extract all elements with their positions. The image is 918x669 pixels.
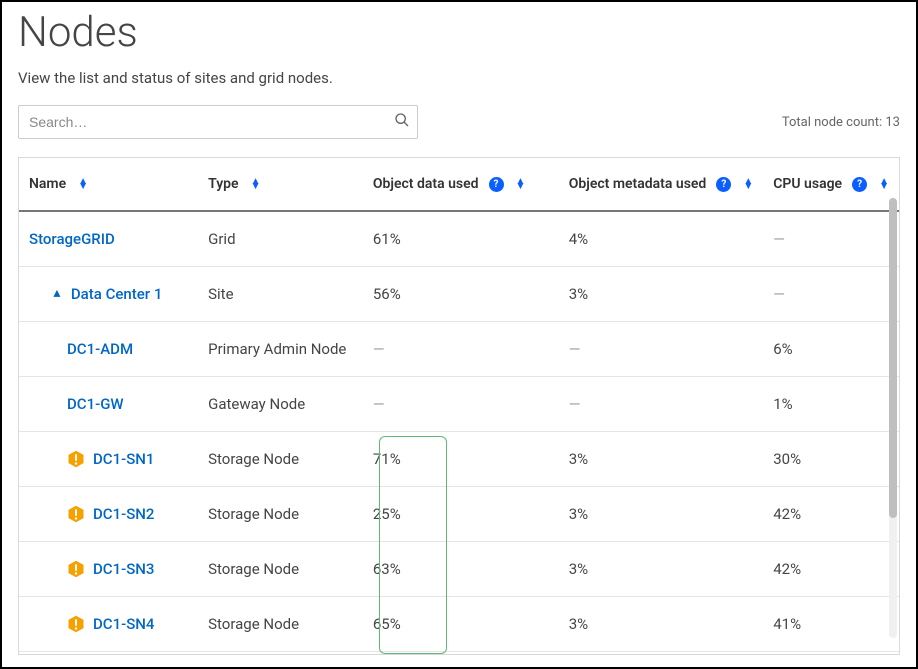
page-title: Nodes [18, 8, 900, 57]
chevron-up-icon[interactable]: ▼ [51, 287, 63, 301]
cell-object-data: 63% [363, 542, 559, 597]
cell-cpu: 1% [763, 377, 899, 432]
cell-object-meta: 3% [559, 267, 764, 322]
col-header-cpu[interactable]: CPU usage ? ▲▼ [763, 158, 899, 211]
table-row: DC1-SN2 Storage Node 25% 3% 42% [19, 487, 899, 542]
cell-object-data: 56% [363, 267, 559, 322]
cell-type: Site [198, 267, 363, 322]
cell-name: DC1-SN4 [19, 597, 198, 652]
cell-name: StorageGRID [19, 211, 198, 267]
cell-cpu: — [763, 211, 899, 267]
sort-icon[interactable]: ▲▼ [251, 179, 261, 189]
cell-type: Storage Node [198, 597, 363, 652]
cell-name: DC1-SN3 [19, 542, 198, 597]
cell-name: DC1-SN2 [19, 487, 198, 542]
node-name-link[interactable]: Data Center 1 [71, 285, 162, 303]
warning-icon [67, 450, 85, 468]
node-name-link[interactable]: DC1-SN3 [93, 560, 154, 578]
cell-cpu: 30% [763, 432, 899, 487]
cell-object-meta: 3% [559, 542, 764, 597]
cell-object-meta: 3% [559, 432, 764, 487]
cell-object-data: — [363, 377, 559, 432]
cell-object-data: 61% [363, 211, 559, 267]
help-icon[interactable]: ? [852, 177, 867, 192]
node-name-link[interactable]: DC1-SN1 [93, 450, 154, 468]
cell-object-meta: 3% [559, 597, 764, 652]
cell-name: ▼ Data Center 1 [19, 267, 198, 322]
cell-object-data: 71% [363, 432, 559, 487]
cell-object-meta: — [559, 377, 764, 432]
table-row: StorageGRID Grid 61% 4% — [19, 211, 899, 267]
help-icon[interactable]: ? [489, 177, 504, 192]
warning-icon [67, 615, 85, 633]
node-name-link[interactable]: StorageGRID [29, 230, 115, 248]
warning-icon [67, 560, 85, 578]
cell-cpu: 42% [763, 487, 899, 542]
node-name-link[interactable]: DC1-SN4 [93, 615, 154, 633]
table-row: ▼ Data Center 1 Site 56% 3% — [19, 267, 899, 322]
cell-type: Primary Admin Node [198, 322, 363, 377]
node-name-link[interactable]: DC1-SN2 [93, 505, 154, 523]
help-icon[interactable]: ? [716, 177, 731, 192]
table-row: DC1-SN1 Storage Node 71% 3% 30% [19, 432, 899, 487]
cell-name: DC1-SN1 [19, 432, 198, 487]
search-input[interactable] [18, 105, 418, 139]
col-header-object-data[interactable]: Object data used ? ▲▼ [363, 158, 559, 211]
cell-type: Storage Node [198, 542, 363, 597]
cell-name: DC1-GW [19, 377, 198, 432]
node-name-link[interactable]: DC1-ADM [67, 340, 133, 358]
cell-type: Grid [198, 211, 363, 267]
table-row: DC1-SN4 Storage Node 65% 3% 41% [19, 597, 899, 652]
cell-object-meta: — [559, 322, 764, 377]
search-input-wrap [18, 105, 418, 139]
cell-cpu: 6% [763, 322, 899, 377]
cell-object-data: 65% [363, 597, 559, 652]
node-name-link[interactable]: DC1-GW [67, 395, 124, 413]
cell-type: Gateway Node [198, 377, 363, 432]
cell-object-data: — [363, 322, 559, 377]
cell-cpu: 42% [763, 542, 899, 597]
cell-type: Storage Node [198, 487, 363, 542]
table-row: DC1-SN3 Storage Node 63% 3% 42% [19, 542, 899, 597]
total-node-count: Total node count: 13 [782, 115, 900, 130]
scrollbar-thumb[interactable] [889, 198, 897, 518]
sort-icon[interactable]: ▲▼ [743, 179, 753, 189]
sort-icon[interactable]: ▲▼ [879, 179, 889, 189]
nodes-table: Name ▲▼ Type ▲▼ Object data used ? ▲▼ [19, 158, 899, 652]
col-header-type[interactable]: Type ▲▼ [198, 158, 363, 211]
cell-cpu: 41% [763, 597, 899, 652]
cell-cpu: — [763, 267, 899, 322]
page-subtitle: View the list and status of sites and gr… [18, 69, 900, 87]
table-row: DC1-GW Gateway Node — — 1% [19, 377, 899, 432]
cell-object-meta: 3% [559, 487, 764, 542]
scrollbar[interactable] [889, 198, 897, 638]
cell-object-meta: 4% [559, 211, 764, 267]
table-row: DC1-ADM Primary Admin Node — — 6% [19, 322, 899, 377]
sort-icon[interactable]: ▲▼ [78, 179, 88, 189]
cell-name: DC1-ADM [19, 322, 198, 377]
nodes-table-wrap: Name ▲▼ Type ▲▼ Object data used ? ▲▼ [18, 157, 900, 655]
cell-object-data: 25% [363, 487, 559, 542]
warning-icon [67, 505, 85, 523]
col-header-object-meta[interactable]: Object metadata used ? ▲▼ [559, 158, 764, 211]
sort-icon[interactable]: ▲▼ [516, 179, 526, 189]
col-header-name[interactable]: Name ▲▼ [19, 158, 198, 211]
cell-type: Storage Node [198, 432, 363, 487]
